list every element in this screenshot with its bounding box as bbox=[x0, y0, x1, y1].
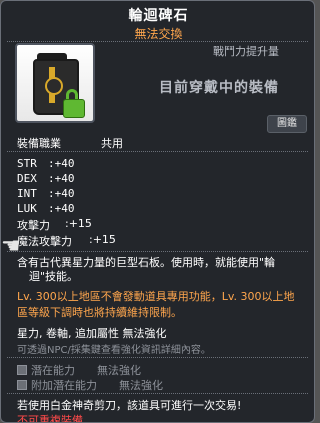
bonus-potential-icon bbox=[17, 380, 27, 390]
item-name: 輪迴碑石 bbox=[128, 8, 189, 24]
stat-attack: 攻擊力 :+15 bbox=[17, 217, 92, 233]
stat-name: DEX bbox=[17, 172, 37, 185]
item-icon-frame bbox=[15, 43, 95, 123]
divider bbox=[7, 41, 308, 42]
stat-name: INT bbox=[17, 187, 37, 200]
stat-value: :+15 bbox=[89, 233, 116, 246]
lock-icon bbox=[63, 99, 85, 118]
reequip-notice: 不可重複裝備 bbox=[17, 414, 83, 423]
stat-luk: LUK :+40 bbox=[17, 202, 75, 215]
potential-row: 潛在能力 無法強化 bbox=[17, 362, 141, 378]
stat-value: :+40 bbox=[48, 172, 75, 185]
level-limit-notice: Lv. 300以上地區不會發動道具專用功能，Lv. 300以上地區等級下調時也將… bbox=[17, 290, 295, 319]
stat-str: STR :+40 bbox=[17, 157, 75, 170]
divider bbox=[7, 357, 308, 358]
equipped-label: 目前穿戴中的裝備 bbox=[159, 80, 279, 96]
stat-name: 攻擊力 bbox=[17, 219, 50, 232]
power-increase-label: 戰鬥力提升量 bbox=[213, 45, 279, 58]
npc-hint: 可透過NPC/採集鍵查看強化資訊詳細內容。 bbox=[17, 345, 211, 356]
potential-label: 潛在能力 bbox=[31, 364, 75, 377]
stat-int: INT :+40 bbox=[17, 187, 75, 200]
stat-dex: DEX :+40 bbox=[17, 172, 75, 185]
divider bbox=[7, 251, 308, 252]
job-label: 裝備職業 bbox=[17, 137, 61, 150]
stat-magic-attack: 魔法攻擊力 :+15 bbox=[17, 233, 116, 249]
stat-name: 魔法攻擊力 bbox=[17, 235, 72, 248]
item-description-line2: 迴"技能。 bbox=[29, 270, 79, 283]
scissor-notice: 若使用白金神奇剪刀，該道具可進行一次交易! bbox=[17, 399, 242, 412]
bonus-potential-label: 附加潛在能力 bbox=[31, 379, 97, 392]
trade-status: 無法交換 bbox=[134, 27, 183, 41]
stat-name: STR bbox=[17, 157, 37, 170]
stat-name: LUK bbox=[17, 202, 37, 215]
potential-value: 無法強化 bbox=[97, 364, 141, 377]
divider bbox=[7, 393, 308, 394]
potential-icon bbox=[17, 365, 27, 375]
guide-button[interactable]: 圖鑑 bbox=[267, 115, 307, 133]
stat-value: :+40 bbox=[48, 202, 75, 215]
stat-value: :+40 bbox=[48, 157, 75, 170]
divider bbox=[7, 151, 308, 152]
job-value: 共用 bbox=[101, 137, 123, 150]
bonus-potential-value: 無法強化 bbox=[119, 379, 163, 392]
stat-value: :+40 bbox=[48, 187, 75, 200]
bonus-potential-row: 附加潛在能力 無法強化 bbox=[17, 377, 163, 393]
upgrade-status: 星力, 卷軸, 追加屬性 無法強化 bbox=[17, 327, 167, 340]
stone-ring bbox=[45, 77, 63, 95]
item-tooltip: 輪迴碑石 無法交換 戰鬥力提升量 目前穿戴中的裝備 圖鑑 裝備職業 共用 STR… bbox=[0, 0, 315, 423]
stat-value: :+15 bbox=[65, 217, 92, 230]
